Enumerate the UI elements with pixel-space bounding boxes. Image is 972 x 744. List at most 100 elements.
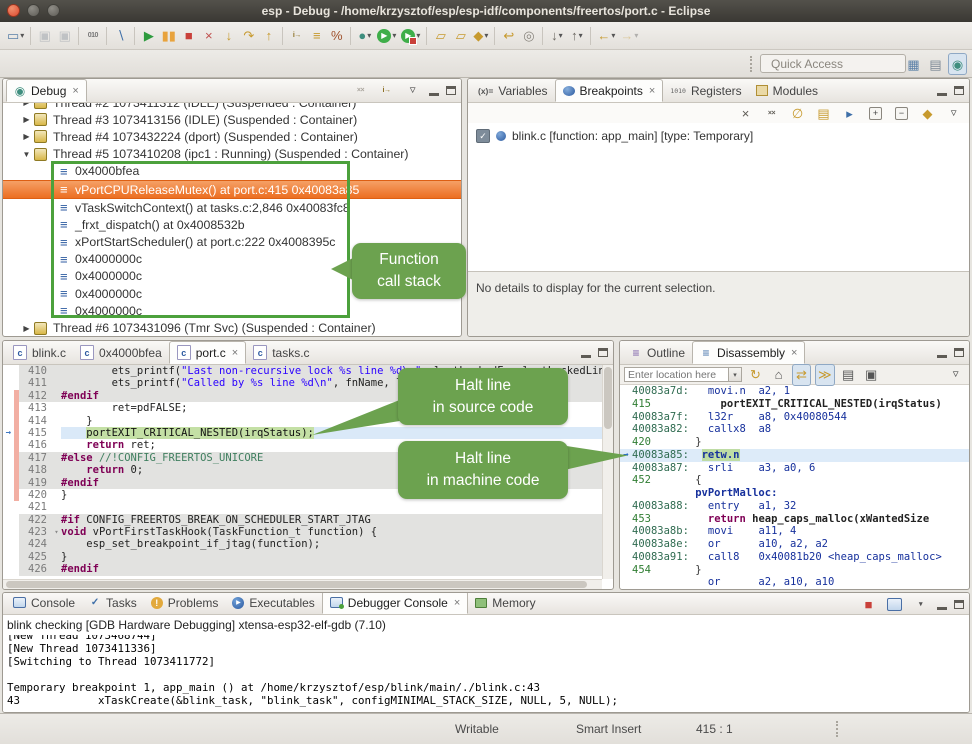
suspend-button[interactable]: ▮▮ — [159, 25, 178, 47]
tab-tasks-c[interactable]: ctasks.c — [246, 341, 316, 364]
external-tools-button[interactable]: ▶▾ — [399, 25, 422, 47]
instruction-stepping-mode-button[interactable]: i→ — [377, 80, 396, 102]
refresh-button[interactable]: ↻ — [746, 364, 765, 386]
dropdown-arrow-icon[interactable]: ▾ — [392, 31, 396, 40]
thread-row[interactable]: ▼Thread #5 1073410208 (ipc1 : Running) (… — [3, 146, 461, 163]
minimize-view-button[interactable] — [937, 599, 947, 610]
tab-outline[interactable]: ≡Outline — [623, 341, 692, 364]
dropdown-arrow-icon[interactable]: ▾ — [367, 31, 371, 40]
line-number[interactable]: 420 — [19, 489, 52, 501]
save-button[interactable]: ▣ — [35, 25, 54, 47]
line-number[interactable]: 425 — [19, 551, 52, 563]
tab-executables[interactable]: ▶Executables — [225, 592, 321, 614]
open-element-button[interactable]: ▱ — [431, 25, 450, 47]
resume-button[interactable]: ▶ — [139, 25, 158, 47]
home-button[interactable]: ⌂ — [769, 364, 788, 386]
editor-vertical-scrollbar[interactable] — [602, 365, 613, 579]
remove-all-breakpoints-button[interactable]: ×× — [762, 102, 781, 124]
forward-button[interactable]: →▾ — [618, 25, 640, 47]
expand-arrow-icon[interactable]: ▶ — [21, 132, 32, 141]
tab-breakpoints[interactable]: Breakpoints× — [555, 79, 664, 102]
line-number[interactable]: 414 — [19, 415, 52, 427]
view-menu-button[interactable]: ▽ — [944, 102, 963, 124]
window-maximize-button[interactable] — [47, 4, 60, 17]
tab-debug[interactable]: ◉Debug× — [6, 79, 87, 102]
stack-frame[interactable]: ≡vTaskSwitchContext() at tasks.c:2,846 0… — [3, 199, 461, 216]
disconnect-button[interactable]: × — [199, 25, 218, 47]
maximize-view-button[interactable] — [954, 86, 964, 95]
tab-registers[interactable]: 1010Registers — [663, 79, 748, 102]
stack-frame[interactable]: ≡_frxt_dispatch() at 0x4008532b — [3, 216, 461, 233]
thread-row[interactable]: ▶Thread #3 1073413156 (IDLE) (Suspended … — [3, 111, 461, 128]
new-button[interactable]: ▭▾ — [5, 25, 26, 47]
expand-arrow-icon[interactable]: ▶ — [21, 324, 32, 333]
stack-frame[interactable]: ≡0x4000000c — [3, 302, 461, 319]
debug-button[interactable]: ●▾ — [355, 25, 374, 47]
quick-access-box[interactable]: Quick Access — [760, 54, 906, 73]
thread-row[interactable]: ▶Thread #6 1073431096 (Tmr Svc) (Suspend… — [3, 319, 461, 336]
location-input[interactable] — [624, 367, 728, 382]
line-number[interactable]: 419 — [19, 477, 52, 489]
maximize-view-button[interactable] — [954, 348, 964, 357]
tab-disassembly[interactable]: ≡Disassembly× — [692, 341, 805, 364]
tab-console[interactable]: Console — [6, 592, 82, 614]
tab-port-c[interactable]: cport.c× — [169, 341, 246, 364]
line-number[interactable]: 417 — [19, 452, 52, 464]
tab-blink-c[interactable]: cblink.c — [6, 341, 73, 364]
minimize-view-button[interactable] — [937, 347, 947, 358]
terminate-button[interactable]: ■ — [179, 25, 198, 47]
open-perspective-button[interactable]: ▦ — [904, 53, 923, 75]
line-number[interactable]: 411 — [19, 377, 52, 389]
instruction-stepping-button[interactable]: i→ — [287, 25, 306, 47]
go-to-file-button[interactable]: ▤ — [814, 102, 833, 124]
thread-row[interactable]: ▶Thread #4 1073432224 (dport) (Suspended… — [3, 128, 461, 145]
close-tab-icon[interactable]: × — [649, 85, 655, 97]
launch-history-button[interactable]: ◆▾ — [471, 25, 490, 47]
sync-with-stack-button[interactable]: ⇄ — [792, 364, 811, 386]
breakpoint-checkbox[interactable]: ✓ — [476, 129, 490, 143]
disassembly-listing[interactable]: 40083a7d: movi.n a2, 1415 portEXIT_CRITI… — [620, 385, 969, 589]
maximize-view-button[interactable] — [446, 86, 456, 95]
terminate-console-button[interactable]: ■ — [859, 594, 878, 616]
close-tab-icon[interactable]: × — [72, 85, 78, 97]
line-number[interactable]: 423 — [19, 526, 52, 538]
line-number[interactable]: 410 — [19, 365, 52, 377]
stack-frame[interactable]: ≡0x4000bfea — [3, 163, 461, 180]
debug-perspective-button[interactable]: ◉ — [948, 53, 967, 75]
location-dropdown-icon[interactable]: ▾ — [728, 367, 742, 382]
show-execution-button[interactable]: ≡ — [307, 25, 326, 47]
close-tab-icon[interactable]: × — [454, 597, 460, 609]
open-resource-button[interactable]: ▱ — [451, 25, 470, 47]
save-all-button[interactable]: ▣ — [55, 25, 74, 47]
thread-row[interactable]: ▶Thread #2 1073411312 (IDLE) (Suspended … — [3, 103, 461, 111]
tab-problems[interactable]: !Problems — [144, 592, 226, 614]
profile-button[interactable]: % — [327, 25, 346, 47]
expand-arrow-icon[interactable]: ▶ — [21, 103, 32, 107]
editor-horizontal-scrollbar[interactable] — [3, 579, 602, 589]
collapse-all-button[interactable]: − — [892, 102, 911, 124]
minimize-view-button[interactable] — [429, 85, 439, 96]
open-new-view-button[interactable]: ▤ — [839, 364, 858, 386]
stack-frame[interactable]: ≡vPortCPUReleaseMutex() at port.c:415 0x… — [3, 180, 461, 199]
run-button[interactable]: ▶▾ — [375, 25, 398, 47]
close-tab-icon[interactable]: × — [232, 347, 238, 359]
minimize-view-button[interactable] — [581, 347, 591, 358]
pin-view-button[interactable]: ▣ — [862, 364, 881, 386]
line-number[interactable]: 413 — [19, 402, 52, 414]
location-combo[interactable]: ▾ — [624, 367, 742, 382]
dropdown-arrow-icon[interactable]: ▾ — [484, 31, 488, 40]
prev-annotation-button[interactable]: ↑▾ — [567, 25, 586, 47]
tab-modules[interactable]: Modules — [749, 79, 825, 102]
dropdown-arrow-icon[interactable]: ▾ — [579, 31, 583, 40]
tab-memory[interactable]: Memory — [468, 592, 542, 614]
step-return-button[interactable]: ↑ — [259, 25, 278, 47]
console-output[interactable]: blink checking [GDB Hardware Debugging] … — [3, 616, 969, 712]
tab-variables[interactable]: (x)=Variables — [471, 79, 555, 102]
dropdown-arrow-icon[interactable]: ▾ — [559, 31, 563, 40]
line-number[interactable]: 415 — [19, 427, 52, 439]
line-number[interactable]: 418 — [19, 464, 52, 476]
console-dropdown-button[interactable]: ▾ — [911, 594, 930, 616]
window-close-button[interactable] — [7, 4, 20, 17]
line-number[interactable]: 426 — [19, 563, 52, 575]
line-number[interactable]: 412 — [19, 390, 52, 402]
